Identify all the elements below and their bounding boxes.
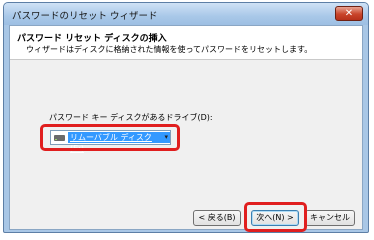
wizard-window: パスワードのリセット ウィザード ✕ パスワード リセット ディスクの挿入 ウィ…: [3, 2, 369, 233]
drive-label: パスワード キー ディスクがあるドライブ(D):: [49, 113, 213, 122]
wizard-header: パスワード リセット ディスクの挿入 ウィザードはディスクに格納された情報を使っ…: [10, 26, 362, 60]
window-title: パスワードのリセット ウィザード: [12, 11, 158, 22]
close-icon: ✕: [344, 8, 354, 19]
cancel-button[interactable]: キャンセル: [305, 210, 355, 226]
drive-highlight-box: [40, 124, 180, 151]
page-title: パスワード リセット ディスクの挿入: [17, 34, 167, 44]
close-button[interactable]: ✕: [335, 6, 363, 21]
page-subtitle: ウィザードはディスクに格納された情報を使ってパスワードをリセットします。: [26, 45, 313, 54]
wizard-body: パスワード リセット ディスクの挿入 ウィザードはディスクに格納された情報を使っ…: [9, 25, 363, 232]
next-highlight-box: [244, 202, 307, 232]
back-button[interactable]: < 戻る(B): [193, 210, 241, 226]
title-bar: パスワードのリセット ウィザード ✕: [4, 3, 368, 25]
